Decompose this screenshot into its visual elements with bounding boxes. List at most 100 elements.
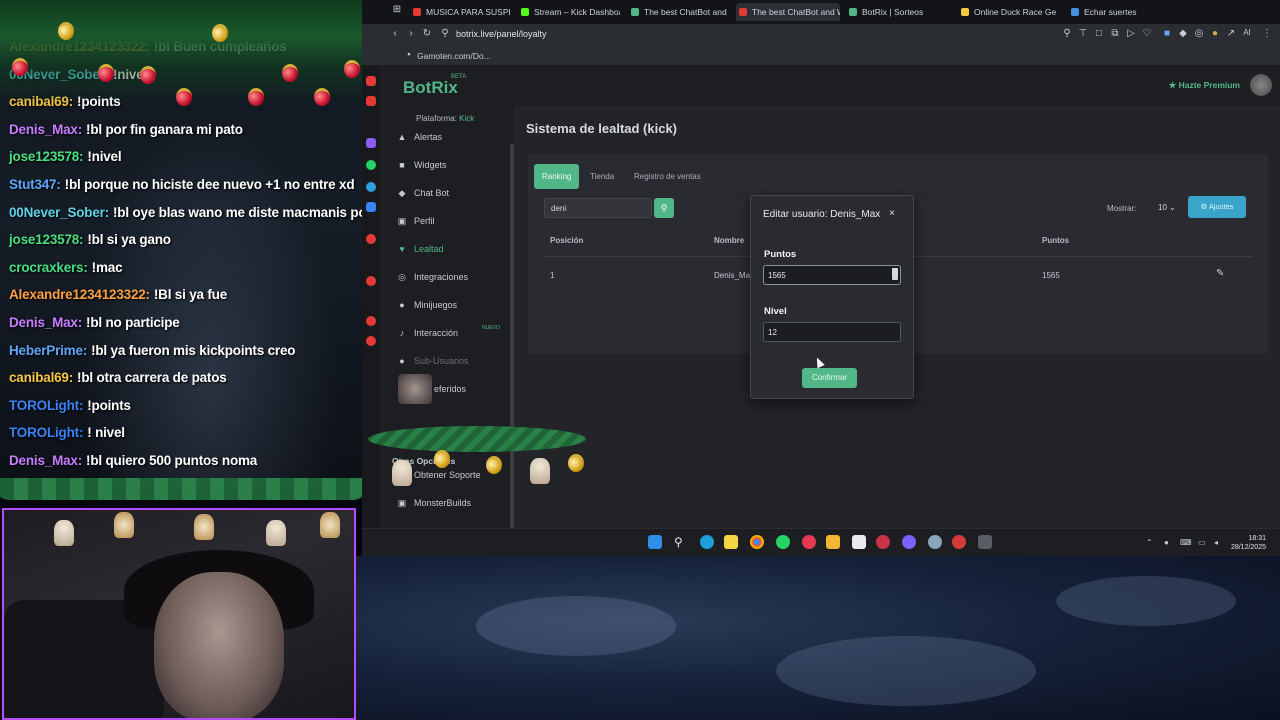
tab-registro-de-ventas[interactable]: Registro de ventas [626, 164, 709, 189]
sidebar-scrollbar[interactable] [510, 144, 514, 564]
sidebar-item-integraciones[interactable]: ◎ Integraciones [396, 272, 468, 288]
whatsapp-icon[interactable] [366, 160, 376, 170]
sidebar-app-icon[interactable] [366, 234, 376, 244]
whatsapp-icon[interactable] [776, 535, 790, 549]
chat-message: Stut347: !bl porque no hiciste dee nuevo … [9, 177, 355, 192]
chat-bot-icon: ◆ [398, 188, 406, 198]
sidebar-app-icon[interactable] [366, 76, 376, 86]
sidebar-item-label: Perfil [414, 216, 435, 226]
system-clock[interactable]: 18:31 28/12/2025 [1231, 534, 1266, 552]
sidebar-item-sub-usuarios[interactable]: ● Sub-Usuarios [396, 356, 468, 372]
search-button[interactable]: ⚲ [654, 198, 674, 218]
platform-indicator: Plataforma: Kick [416, 114, 474, 123]
christmas-garland-bottom [0, 478, 362, 500]
zoom-icon[interactable]: ⚲ [1060, 28, 1074, 39]
opera-icon[interactable] [802, 535, 816, 549]
extension-icon[interactable]: ⧉ [1108, 28, 1122, 39]
calculator-icon[interactable] [978, 535, 992, 549]
site-info-icon[interactable]: ⚲ [438, 28, 452, 39]
points-input[interactable] [763, 265, 901, 285]
browser-tab[interactable]: Echar suertes [1068, 3, 1158, 21]
app-icon[interactable] [928, 535, 942, 549]
browser-tab[interactable]: Stream – Kick Dashboard [518, 3, 620, 21]
windows-start-icon[interactable] [648, 535, 662, 549]
sidebar-item-label: Alertas [414, 132, 443, 142]
edge-icon[interactable] [700, 535, 714, 549]
sidebar-item-perfil[interactable]: ▣ Perfil [396, 216, 435, 232]
bookmarks-bar: ▪ Gamoten.com/Do... [362, 46, 1280, 66]
sidebar-item-interacci-n[interactable]: ♪ Interacción [396, 328, 458, 344]
folder-icon[interactable] [826, 535, 840, 549]
notes-icon[interactable] [724, 535, 738, 549]
profile-avatar-icon[interactable]: ● [1208, 28, 1222, 39]
sidebar-item-minijuegos[interactable]: ● Minijuegos [396, 300, 457, 316]
play-icon[interactable]: ▷ [1124, 28, 1138, 39]
sidebar-item-widgets[interactable]: ■ Widgets [396, 160, 446, 176]
sidebar-item-label: Minijuegos [414, 300, 458, 310]
url-input[interactable]: botrix.live/panel/loyalty [456, 29, 547, 39]
tab-favicon-icon [413, 8, 421, 16]
screenshot-icon[interactable]: □ [1092, 28, 1106, 39]
user-avatar[interactable] [1250, 74, 1272, 96]
calendar-icon[interactable] [852, 535, 866, 549]
sidebar-item-monsterbuilds[interactable]: ▣ MonsterBuilds [396, 498, 471, 514]
sidebar-item-eferidos[interactable]: eferidos [434, 384, 466, 400]
sidebar-app-icon[interactable] [366, 138, 376, 148]
bookmark-star-icon[interactable]: ♡ [1140, 28, 1154, 39]
browser-menu-icon[interactable]: ⊞ [390, 4, 404, 15]
discord-icon[interactable] [902, 535, 916, 549]
microphone-icon[interactable]: ● [1164, 538, 1169, 547]
app-icon[interactable] [952, 535, 966, 549]
close-icon[interactable]: × [889, 208, 895, 219]
level-input[interactable] [763, 322, 901, 342]
share-icon[interactable]: ↗ [1224, 28, 1238, 39]
browser-tab-bar: ⊞ MUSICA PARA SUSPE Stream – Kick Dashboa… [362, 0, 1280, 24]
sidebar-app-icon[interactable] [366, 276, 376, 286]
monitor-icon[interactable]: ▭ [1198, 538, 1206, 547]
telegram-icon[interactable] [366, 182, 376, 192]
sidebar-app-icon[interactable] [366, 202, 376, 212]
pin-icon[interactable]: ⊤ [1076, 28, 1090, 39]
confirm-button[interactable]: Confirmar [802, 368, 857, 388]
bookmark-item[interactable]: Gamoten.com/Do... [417, 51, 491, 61]
extension-icon[interactable]: ■ [1160, 28, 1174, 39]
ornament-icon [282, 64, 298, 82]
sidebar-app-icon[interactable] [366, 96, 376, 106]
extension-icon[interactable]: ◆ [1176, 28, 1190, 39]
keyboard-icon[interactable]: ⌨ [1180, 538, 1192, 547]
number-spinner-icon[interactable] [892, 268, 898, 280]
chat-username: Alexandre1234123322: [9, 287, 150, 303]
reload-icon[interactable]: ↻ [420, 28, 434, 39]
sidebar-app-icon[interactable] [366, 316, 376, 326]
browser-tab[interactable]: The best ChatBot and Wi [736, 3, 840, 21]
more-menu-icon[interactable]: ⋮ [1260, 28, 1274, 39]
browser-tab[interactable]: The best ChatBot and Wi [628, 3, 728, 21]
browser-tab[interactable]: Online Duck Race Ge [958, 3, 1058, 21]
search-input[interactable]: deni [544, 198, 652, 218]
show-select[interactable]: 10 ⌄ [1154, 198, 1188, 218]
sidebar-item-lealtad[interactable]: ♥ Lealtad [396, 244, 443, 260]
settings-button[interactable]: ⚙ Ajustes [1188, 196, 1246, 218]
browser-tab[interactable]: MUSICA PARA SUSPE [410, 3, 510, 21]
chrome-icon[interactable] [750, 535, 764, 549]
forward-icon[interactable]: › [404, 28, 418, 39]
chevron-up-icon[interactable]: ⌃ [1146, 538, 1153, 547]
tab-label: The best ChatBot and Wi [644, 7, 728, 17]
search-icon[interactable]: ⚲ [674, 535, 688, 549]
botrix-logo[interactable]: BotRix [403, 78, 458, 98]
volume-icon[interactable]: ◂ [1214, 538, 1218, 547]
edit-pencil-icon[interactable]: ✎ [1216, 268, 1224, 279]
premium-button[interactable]: ★ Hazte Premium [1169, 80, 1240, 91]
sidebar-item-alertas[interactable]: ▲ Alertas [396, 132, 442, 148]
ai-icon[interactable]: AI [1240, 28, 1254, 37]
windows-taskbar: ⚲ ⌃ ● ⌨ ▭ ◂ 18:31 28/12/2025 [362, 528, 1280, 556]
back-icon[interactable]: ‹ [388, 28, 402, 39]
sidebar-item-chat-bot[interactable]: ◆ Chat Bot [396, 188, 450, 204]
tab-tienda[interactable]: Tienda [582, 164, 622, 189]
settings-icon[interactable] [366, 336, 376, 346]
app-icon[interactable] [876, 535, 890, 549]
browser-tab[interactable]: BotRix | Sorteos [846, 3, 946, 21]
extension-icon[interactable]: ◎ [1192, 28, 1206, 39]
points-label: Puntos [764, 249, 797, 260]
tab-ranking[interactable]: Ranking [534, 164, 580, 189]
